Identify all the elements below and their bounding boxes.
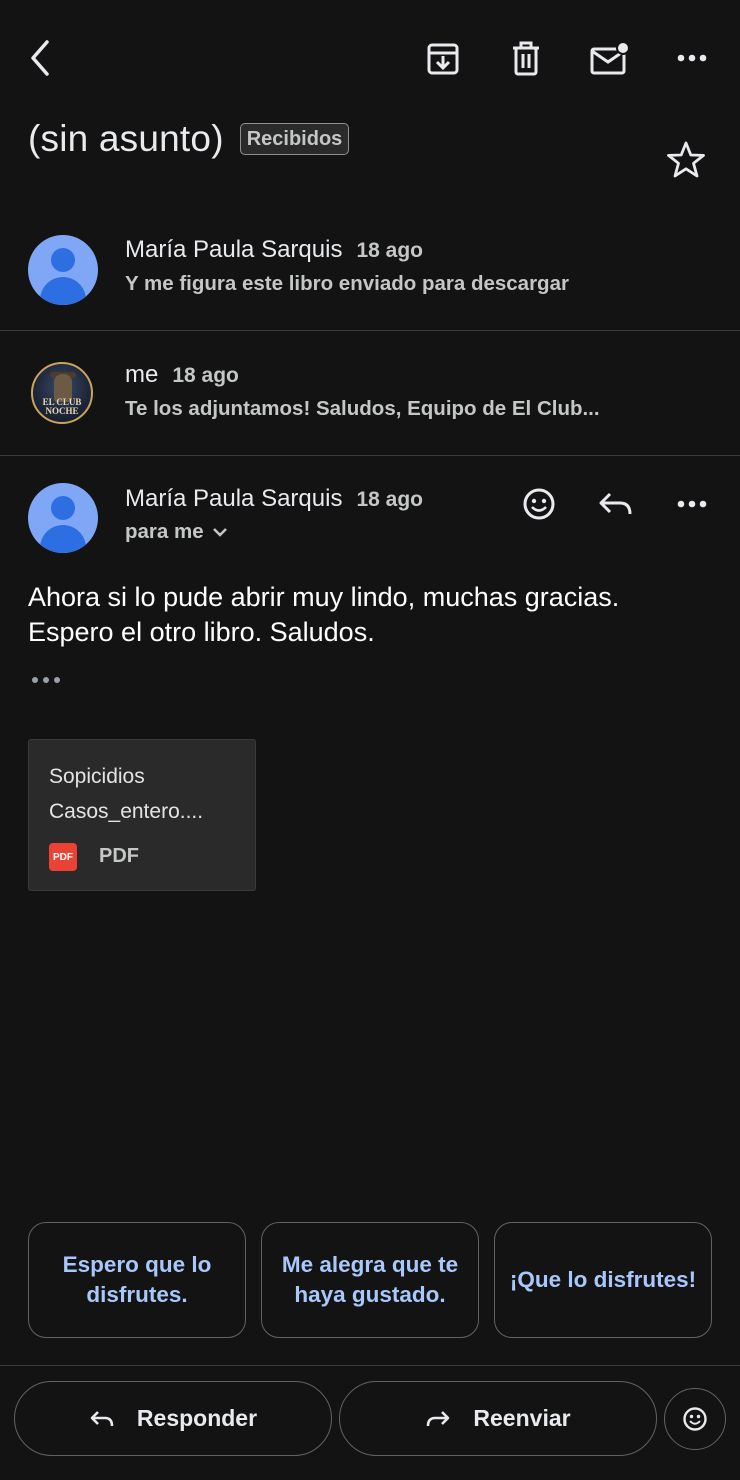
message-item[interactable]: EL CLUB NOCHE me 18 ago Te los adjuntamos…: [0, 331, 740, 455]
message-body: Ahora si lo pude abrir muy lindo, muchas…: [28, 580, 718, 650]
trash-icon: [513, 41, 539, 76]
forward-label: Reenviar: [473, 1405, 571, 1431]
message-more-button[interactable]: [670, 483, 714, 525]
more-horizontal-icon: [677, 54, 707, 62]
show-trimmed-content-button[interactable]: [28, 668, 64, 692]
inbox-label-chip[interactable]: Recibidos: [239, 123, 350, 155]
reply-label: Responder: [136, 1405, 258, 1431]
archive-button[interactable]: [420, 36, 466, 82]
attachment-type: PDF: [99, 845, 139, 867]
smart-reply-chip[interactable]: Me alegra que te haya gustado.: [261, 1222, 479, 1338]
email-subject: (sin asunto): [28, 118, 224, 159]
club-logo-avatar: EL CLUB NOCHE: [31, 362, 93, 424]
message-item[interactable]: María Paula Sarquis 18 ago Y me figura e…: [0, 210, 740, 330]
sender-name: María Paula Sarquis: [125, 485, 343, 512]
message-time: 18 ago: [356, 239, 423, 262]
message-snippet: Te los adjuntamos! Saludos, Equipo de El…: [125, 397, 600, 420]
attachment-card[interactable]: Sopicidios Casos_entero.... PDF PDF: [28, 739, 256, 891]
attachment-name-line2: Casos_entero....: [49, 800, 204, 823]
body-line: Ahora si lo pude abrir muy lindo, muchas…: [28, 582, 620, 612]
forward-icon: [427, 1410, 450, 1426]
more-options-button[interactable]: [670, 36, 714, 80]
star-button[interactable]: [662, 136, 710, 184]
sender-name: María Paula Sarquis: [125, 236, 343, 263]
mark-unread-icon: [590, 41, 629, 75]
back-arrow-icon: [31, 40, 49, 76]
recipient-text: para me: [125, 520, 204, 543]
reply-icon: [90, 1410, 114, 1426]
message-time: 18 ago: [172, 364, 239, 387]
emoji-icon: [523, 488, 555, 520]
attachment-name-line1: Sopicidios: [49, 765, 145, 788]
subject-row: (sin asunto) Recibidos: [28, 118, 350, 160]
reply-button[interactable]: [594, 483, 638, 525]
reply-action-button[interactable]: Responder: [14, 1381, 332, 1456]
forward-action-button[interactable]: Reenviar: [339, 1381, 657, 1456]
delete-button[interactable]: [503, 36, 549, 82]
sender-name: me: [125, 361, 159, 388]
star-icon: [667, 141, 705, 178]
message-time: 18 ago: [356, 488, 423, 511]
divider: [0, 1365, 740, 1366]
body-line: Espero el otro libro. Saludos.: [28, 617, 375, 647]
emoji-reaction-button[interactable]: [664, 1388, 726, 1450]
add-reaction-button[interactable]: [518, 483, 560, 525]
ellipsis-icon: [32, 677, 60, 683]
more-horizontal-icon: [677, 500, 707, 508]
recipient-toggle[interactable]: para me: [125, 520, 228, 544]
pdf-icon: PDF: [49, 843, 77, 871]
message-snippet: Y me figura este libro enviado para desc…: [125, 272, 569, 295]
chevron-down-icon: [212, 528, 227, 537]
back-button[interactable]: [18, 36, 62, 80]
smart-reply-chip[interactable]: Espero que lo disfrutes.: [28, 1222, 246, 1338]
archive-icon: [427, 43, 459, 75]
smart-reply-chip[interactable]: ¡Que lo disfrutes!: [494, 1222, 712, 1338]
avatar: [28, 483, 98, 553]
emoji-icon: [683, 1407, 707, 1431]
avatar: [28, 235, 98, 305]
mark-unread-button[interactable]: [586, 36, 632, 82]
reply-icon: [599, 492, 632, 515]
divider: [0, 455, 740, 456]
